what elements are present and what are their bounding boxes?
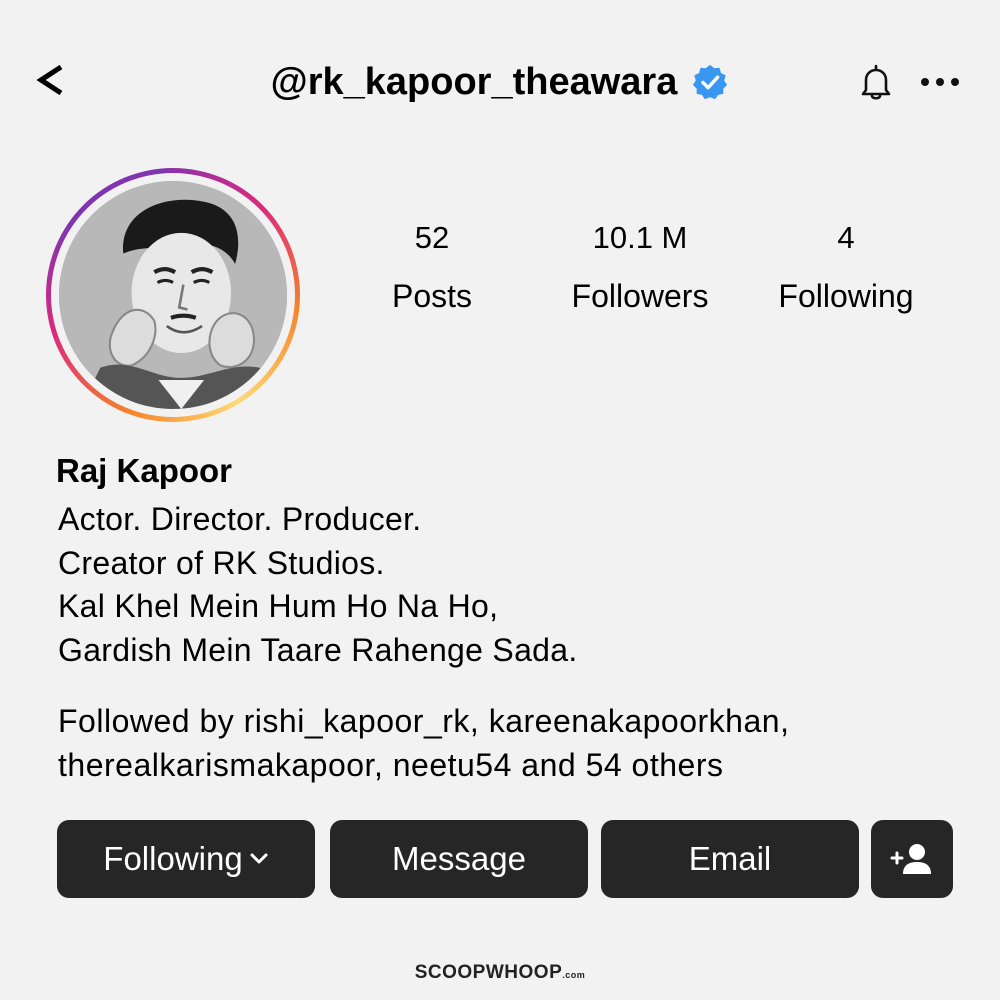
following-label: Following	[778, 278, 914, 314]
email-button-label: Email	[688, 840, 772, 877]
profile-bio: Actor. Director. Producer. Creator of RK…	[58, 498, 578, 672]
brand-name: SCOOPWHOOP	[414, 962, 563, 983]
brand-suffix: .com	[562, 970, 586, 980]
followed-by[interactable]: Followed by rishi_kapoor_rk, kareenakapo…	[58, 700, 789, 787]
followers-stat[interactable]: 10.1 M Followers	[550, 218, 730, 316]
handle-container: @rk_kapoor_theawara	[0, 50, 1000, 114]
following-stat[interactable]: 4 Following	[756, 218, 936, 316]
profile-header: @rk_kapoor_theawara	[0, 50, 1000, 114]
more-dot	[921, 78, 929, 86]
following-count: 4	[837, 220, 855, 255]
avatar-portrait	[59, 181, 287, 409]
back-button[interactable]	[30, 52, 70, 108]
profile-name: Raj Kapoor	[56, 452, 233, 489]
following-button-label: Following	[103, 840, 243, 877]
back-chevron-icon	[36, 64, 63, 96]
bio-line: Creator of RK Studios.	[58, 544, 385, 581]
followed-by-line: therealkarismakapoor, neetu54 and 54 oth…	[58, 746, 724, 783]
more-options-button[interactable]	[918, 62, 962, 102]
profile-handle: @rk_kapoor_theawara	[270, 60, 678, 103]
notifications-button[interactable]	[856, 62, 896, 102]
posts-count: 52	[414, 220, 450, 255]
posts-stat[interactable]: 52 Posts	[342, 218, 522, 316]
verified-badge-icon	[693, 64, 728, 100]
more-dot	[936, 78, 944, 86]
following-button[interactable]: Following	[57, 820, 315, 898]
add-user-button[interactable]	[871, 820, 953, 898]
bio-line: Actor. Director. Producer.	[58, 501, 422, 537]
add-user-icon	[890, 844, 931, 874]
message-button-label: Message	[392, 840, 526, 877]
chevron-down-icon	[250, 853, 268, 864]
followers-label: Followers	[571, 278, 709, 314]
brand-footer: SCOOPWHOOP.com	[0, 962, 1000, 984]
followers-count: 10.1 M	[592, 220, 688, 255]
posts-label: Posts	[391, 278, 473, 314]
message-button[interactable]: Message	[330, 820, 588, 898]
bell-icon	[861, 64, 891, 100]
more-dot	[951, 78, 959, 86]
avatar	[59, 181, 287, 409]
bio-line: Gardish Mein Taare Rahenge Sada.	[58, 631, 578, 668]
bio-line: Kal Khel Mein Hum Ho Na Ho,	[58, 588, 499, 624]
followed-by-line: Followed by rishi_kapoor_rk, kareenakapo…	[58, 703, 790, 739]
story-ring[interactable]	[46, 168, 300, 422]
email-button[interactable]: Email	[601, 820, 859, 898]
